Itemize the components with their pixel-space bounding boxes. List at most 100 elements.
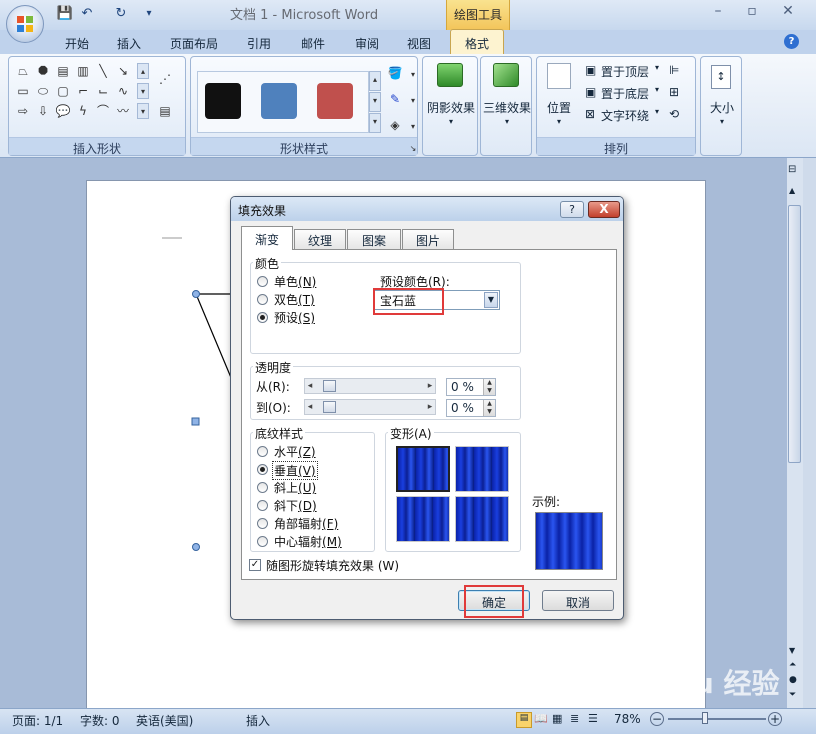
rectangle-icon[interactable]: ▭	[15, 83, 31, 99]
tab-view[interactable]: 视图	[402, 32, 436, 54]
redo-icon[interactable]: ↻	[112, 5, 130, 23]
elbow-arrow-icon[interactable]: ⌙	[95, 83, 111, 99]
resize-handle-middle[interactable]	[191, 417, 200, 426]
maximize-icon[interactable]: ▫	[738, 3, 766, 23]
elbow-connector-icon[interactable]: ⌐	[75, 83, 91, 99]
shadow-effects-dropdown-icon[interactable]: ▾	[423, 117, 479, 126]
status-insert-mode[interactable]: 插入	[246, 712, 270, 729]
rounded-rectangle-icon[interactable]: ▢	[55, 83, 71, 99]
ruler-toggle-icon[interactable]: ⊟	[788, 164, 796, 175]
scroll-up-icon[interactable]: ▲	[789, 186, 795, 195]
scroll-down-icon[interactable]: ▼	[789, 646, 795, 655]
to-spinner-arrows-icon[interactable]: ▲ ▼	[483, 400, 495, 416]
edit-shape-icon[interactable]: ⋰	[157, 71, 173, 87]
trapezoid-icon[interactable]: ⏢	[15, 63, 31, 79]
status-word-count[interactable]: 字数: 0	[80, 712, 120, 729]
shadow-effects-button[interactable]: 阴影效果	[423, 99, 479, 116]
from-spinner[interactable]: 0 % ▲ ▼	[446, 378, 496, 396]
text-box-icon[interactable]: ▤	[157, 103, 173, 119]
change-shape-icon[interactable]: ◈	[387, 117, 403, 133]
to-slider-thumb[interactable]	[323, 401, 336, 413]
down-arrow-icon[interactable]: ⇩	[35, 103, 51, 119]
size-dropdown-icon[interactable]: ▾	[701, 117, 743, 126]
tab-picture[interactable]: 图片	[402, 229, 454, 249]
variant-3[interactable]	[396, 496, 450, 542]
tab-insert[interactable]: 插入	[112, 32, 146, 54]
tab-texture[interactable]: 纹理	[294, 229, 346, 249]
tab-pattern[interactable]: 图案	[347, 229, 401, 249]
curve-icon[interactable]: ∿	[115, 83, 131, 99]
zoom-level[interactable]: 78%	[614, 712, 641, 726]
tab-references[interactable]: 引用	[242, 32, 276, 54]
variant-2[interactable]	[455, 446, 509, 492]
from-slider-left-icon[interactable]: ◂	[305, 379, 315, 393]
to-slider-right-icon[interactable]: ▸	[425, 400, 435, 414]
radio-preset[interactable]	[257, 312, 268, 323]
styles-scroll-up-icon[interactable]: ▴	[369, 71, 381, 91]
resize-handle-bottom[interactable]	[192, 543, 200, 551]
status-page[interactable]: 页面: 1/1	[12, 712, 63, 729]
arc-icon[interactable]: ⌒	[95, 103, 111, 119]
outline-view-icon[interactable]: ≣	[570, 712, 579, 725]
bring-to-front-button[interactable]: 置于顶层	[601, 63, 649, 80]
save-icon[interactable]: 💾	[56, 5, 74, 23]
zoom-out-icon[interactable]: −	[650, 712, 664, 726]
draft-view-icon[interactable]: ☰	[588, 712, 598, 725]
radio-two-colors[interactable]	[257, 294, 268, 305]
radio-from-corner[interactable]	[257, 518, 268, 529]
to-slider-left-icon[interactable]: ◂	[305, 400, 315, 414]
bring-to-front-dropdown-icon[interactable]: ▾	[655, 63, 659, 72]
zoom-in-icon[interactable]: +	[768, 712, 782, 726]
style-swatch-black[interactable]	[205, 83, 241, 119]
3d-effects-icon[interactable]	[493, 63, 519, 87]
variant-4[interactable]	[455, 496, 509, 542]
tab-page-layout[interactable]: 页面布局	[166, 32, 222, 54]
full-screen-reading-icon[interactable]: 📖	[534, 712, 548, 725]
rotate-icon[interactable]: ⟲	[669, 107, 679, 121]
text-wrapping-dropdown-icon[interactable]: ▾	[655, 107, 659, 116]
help-icon[interactable]: ?	[784, 34, 799, 49]
fill-color-dropdown-icon[interactable]: ▾	[405, 67, 421, 83]
position-icon[interactable]	[547, 63, 571, 89]
style-swatch-blue[interactable]	[261, 83, 297, 119]
resize-handle-top[interactable]	[192, 290, 200, 298]
position-dropdown-icon[interactable]: ▾	[541, 117, 577, 126]
size-button[interactable]: 大小	[701, 99, 743, 116]
variant-1[interactable]	[396, 446, 450, 492]
freeform-icon[interactable]: 〰	[115, 103, 131, 119]
text-wrapping-icon[interactable]: ⊠	[585, 107, 595, 121]
tab-mailings[interactable]: 邮件	[296, 32, 330, 54]
radio-single-color[interactable]	[257, 276, 268, 287]
styles-more-icon[interactable]: ▾	[369, 113, 381, 133]
undo-icon[interactable]: ↶	[78, 5, 96, 23]
shapes-more-icon[interactable]: ▾	[137, 103, 149, 119]
send-to-back-button[interactable]: 置于底层	[601, 85, 649, 102]
radio-diagonal-down[interactable]	[257, 500, 268, 511]
outline-color-icon[interactable]: ✎	[387, 91, 403, 107]
oval-icon[interactable]: ⬭	[35, 83, 51, 99]
tab-gradient[interactable]: 渐变	[241, 226, 293, 250]
preset-dropdown-icon[interactable]: ▼	[484, 292, 498, 308]
send-to-back-dropdown-icon[interactable]: ▾	[655, 85, 659, 94]
send-to-back-icon[interactable]: ▣	[585, 85, 596, 99]
styles-scroll-down-icon[interactable]: ▾	[369, 92, 381, 112]
tab-home[interactable]: 开始	[60, 32, 94, 54]
radio-diagonal-up[interactable]	[257, 482, 268, 493]
dialog-close-icon[interactable]: X	[588, 201, 620, 218]
change-shape-dropdown-icon[interactable]: ▾	[405, 119, 421, 135]
previous-page-icon[interactable]: ⏶	[789, 660, 796, 670]
web-layout-icon[interactable]: ▦	[552, 712, 562, 725]
next-page-icon[interactable]: ⏷	[789, 690, 796, 700]
zoom-slider-thumb[interactable]	[702, 712, 708, 724]
select-browse-object-icon[interactable]: ●	[789, 675, 797, 685]
print-layout-view-icon[interactable]: ▤	[516, 712, 532, 728]
dialog-launcher-icon[interactable]: ↘	[405, 141, 421, 157]
size-icon[interactable]: ↕	[711, 65, 731, 89]
outline-color-dropdown-icon[interactable]: ▾	[405, 93, 421, 109]
text-wrapping-button[interactable]: 文字环绕	[601, 107, 649, 124]
style-swatch-red[interactable]	[317, 83, 353, 119]
from-spinner-arrows-icon[interactable]: ▲ ▼	[483, 379, 495, 395]
from-slider-thumb[interactable]	[323, 380, 336, 392]
shapes-scroll-up-icon[interactable]: ▴	[137, 63, 149, 79]
shapes-scroll-down-icon[interactable]: ▾	[137, 83, 149, 99]
